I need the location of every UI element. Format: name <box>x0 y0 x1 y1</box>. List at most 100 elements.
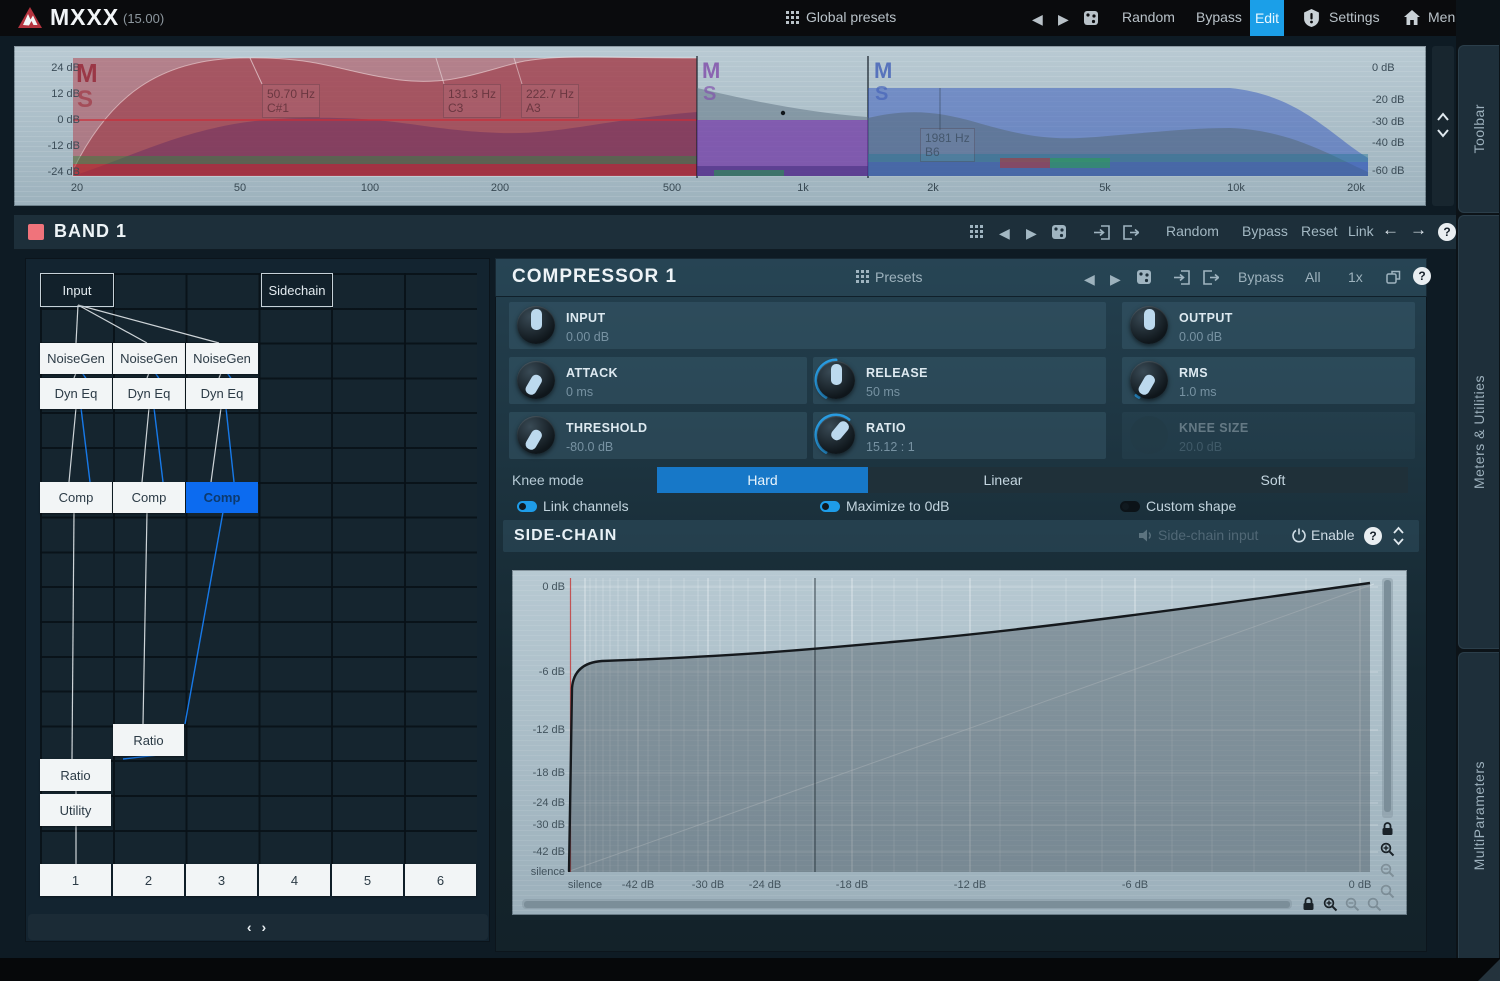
sidechain-help-icon[interactable]: ? <box>1364 527 1382 545</box>
tab-multiparameters[interactable]: MultiParameters <box>1458 652 1499 980</box>
band2-side-badge[interactable]: S <box>703 84 716 104</box>
matrix-node-noisegen-1[interactable]: NoiseGen <box>40 343 112 374</box>
band1-side-badge[interactable]: S <box>77 88 93 112</box>
band-link-button[interactable]: Link <box>1348 223 1374 239</box>
collapse-expand-icon[interactable] <box>1393 525 1404 547</box>
alert-shield-icon[interactable] <box>1303 9 1320 27</box>
tab-toolbar[interactable]: Toolbar <box>1458 45 1499 213</box>
maximize-toggle[interactable] <box>820 501 840 512</box>
y-zoom-in-icon[interactable] <box>1380 842 1395 857</box>
custom-shape-toggle[interactable] <box>1120 501 1140 512</box>
compressor-prev-icon[interactable]: ◀ <box>1084 271 1095 288</box>
matrix-node-comp-1[interactable]: Comp <box>40 482 112 513</box>
undo-icon[interactable]: ← <box>1382 220 1399 240</box>
matrix-node-dyneq-2[interactable]: Dyn Eq <box>113 378 185 409</box>
matrix-node-ratio-1[interactable]: Ratio <box>40 759 111 791</box>
detach-window-icon[interactable] <box>1386 270 1401 284</box>
spectrum-analyzer[interactable]: 24 dB 12 dB 0 dB -12 dB -24 dB 0 dB -20 … <box>14 46 1426 206</box>
redo-icon[interactable]: → <box>1410 220 1427 240</box>
compressor-bypass-button[interactable]: Bypass <box>1238 269 1284 285</box>
band3-side-badge[interactable]: S <box>875 84 888 104</box>
speaker-icon[interactable] <box>1139 529 1153 542</box>
band-reset-button[interactable]: Reset <box>1301 223 1338 239</box>
paste-settings-icon[interactable] <box>1094 225 1111 240</box>
compressor-copy-icon[interactable] <box>1202 270 1219 285</box>
matrix-node-dyneq-3[interactable]: Dyn Eq <box>186 378 258 409</box>
prev-preset-icon[interactable]: ◀ <box>1032 11 1043 28</box>
matrix-output-6[interactable]: 6 <box>405 864 476 896</box>
release-knob[interactable] <box>817 361 855 399</box>
compressor-help-icon[interactable]: ? <box>1413 267 1431 285</box>
link-channels-toggle[interactable] <box>517 501 537 512</box>
sidechain-input-label[interactable]: Side-chain input <box>1158 527 1258 543</box>
band-presets-grid-icon[interactable] <box>970 225 983 238</box>
resize-grip[interactable] <box>1478 959 1500 981</box>
next-preset-icon[interactable]: ▶ <box>1058 11 1069 28</box>
matrix-node-utility[interactable]: Utility <box>40 794 111 826</box>
band-random-button[interactable]: Random <box>1166 223 1219 239</box>
presets-grid-icon[interactable] <box>786 11 799 24</box>
compressor-presets-button[interactable]: Presets <box>875 269 922 285</box>
x-zoom-fit-icon[interactable] <box>1367 897 1382 912</box>
output-knob[interactable] <box>1130 306 1168 344</box>
rms-knob[interactable] <box>1130 361 1168 399</box>
spectrum-zoom-strip[interactable] <box>1432 46 1454 206</box>
settings-button[interactable]: Settings <box>1329 9 1380 25</box>
band1-mid-badge[interactable]: M <box>76 60 98 86</box>
matrix-node-input[interactable]: Input <box>40 273 114 307</box>
matrix-output-1[interactable]: 1 <box>40 864 111 896</box>
matrix-node-noisegen-2[interactable]: NoiseGen <box>113 343 185 374</box>
copy-settings-icon[interactable] <box>1122 225 1139 240</box>
ratio-knob[interactable] <box>817 416 855 454</box>
x-zoom-in-icon[interactable] <box>1323 897 1338 912</box>
matrix-output-5[interactable]: 5 <box>332 864 403 896</box>
compressor-oversampling-button[interactable]: 1x <box>1348 269 1363 285</box>
band-dice-icon[interactable] <box>1051 224 1067 240</box>
chevron-up-icon[interactable] <box>1437 112 1449 122</box>
crossover-marker[interactable]: 222.7 Hz A3 <box>521 84 580 118</box>
input-knob[interactable] <box>517 306 555 344</box>
knee-mode-soft[interactable]: Soft <box>1138 467 1408 493</box>
x-lock-icon[interactable] <box>1302 897 1315 911</box>
band2-mid-badge[interactable]: M <box>702 60 720 82</box>
band3-mid-badge[interactable]: M <box>874 60 892 82</box>
compressor-paste-icon[interactable] <box>1174 270 1191 285</box>
matrix-node-comp-3-selected[interactable]: Comp <box>186 482 258 513</box>
band-bypass-button[interactable]: Bypass <box>1242 223 1288 239</box>
crossover-marker[interactable]: 50.70 Hz C#1 <box>262 84 321 118</box>
random-preset-dice-icon[interactable] <box>1083 10 1099 26</box>
randomize-button[interactable]: Random <box>1122 9 1175 25</box>
matrix-output-3[interactable]: 3 <box>186 864 257 896</box>
y-zoom-out-icon[interactable] <box>1380 863 1395 878</box>
matrix-node-dyneq-1[interactable]: Dyn Eq <box>40 378 112 409</box>
matrix-scroll-bar[interactable]: ‹ › <box>28 914 488 940</box>
chevron-down-icon[interactable] <box>1437 128 1449 138</box>
y-lock-icon[interactable] <box>1381 822 1394 836</box>
bypass-button[interactable]: Bypass <box>1196 9 1242 25</box>
graph-h-scrollbar-thumb[interactable] <box>524 900 1290 908</box>
crossover-marker[interactable]: 131.3 Hz C3 <box>443 84 502 118</box>
band-next-icon[interactable]: ▶ <box>1026 225 1037 242</box>
matrix-node-noisegen-3[interactable]: NoiseGen <box>186 343 258 374</box>
y-zoom-fit-icon[interactable] <box>1380 884 1395 899</box>
transfer-curve-graph[interactable]: 0 dB -6 dB -12 dB -18 dB -24 dB -30 dB -… <box>512 570 1407 915</box>
knee-mode-hard-selected[interactable]: Hard <box>657 467 868 493</box>
matrix-node-ratio-2[interactable]: Ratio <box>113 724 184 756</box>
band-prev-icon[interactable]: ◀ <box>999 225 1010 242</box>
attack-knob[interactable] <box>517 361 555 399</box>
tab-meters-utilities[interactable]: Meters & Utilities <box>1458 215 1499 649</box>
edit-mode-button[interactable]: Edit <box>1250 0 1284 36</box>
global-presets-button[interactable]: Global presets <box>806 9 896 25</box>
x-zoom-out-icon[interactable] <box>1345 897 1360 912</box>
matrix-output-4[interactable]: 4 <box>259 864 330 896</box>
sidechain-enable-button[interactable]: Enable <box>1311 527 1355 543</box>
compressor-channels-button[interactable]: All <box>1305 269 1321 285</box>
compressor-presets-grid-icon[interactable] <box>856 270 869 283</box>
matrix-node-sidechain[interactable]: Sidechain <box>261 273 333 307</box>
matrix-node-comp-2[interactable]: Comp <box>113 482 185 513</box>
compressor-next-icon[interactable]: ▶ <box>1110 271 1121 288</box>
crossover-marker[interactable]: 1981 Hz B6 <box>920 128 975 162</box>
graph-h-scrollbar[interactable] <box>522 899 1292 909</box>
threshold-knob[interactable] <box>517 416 555 454</box>
matrix-output-2[interactable]: 2 <box>113 864 184 896</box>
